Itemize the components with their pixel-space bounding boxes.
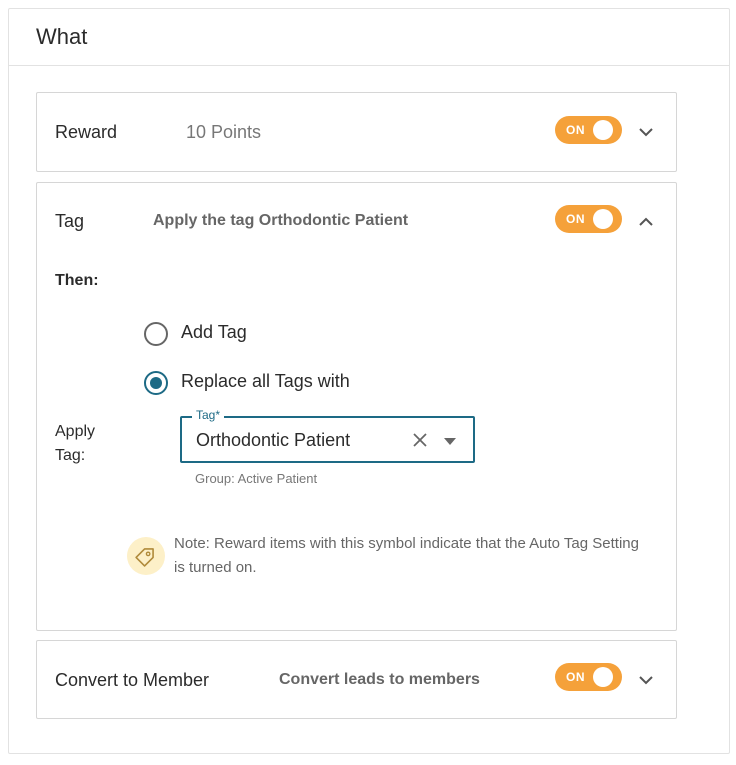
clear-icon[interactable]	[412, 432, 428, 448]
reward-toggle[interactable]: ON	[555, 116, 622, 144]
auto-tag-note: Note: Reward items with this symbol indi…	[174, 535, 639, 576]
tag-field-label: Tag*	[192, 408, 225, 422]
convert-toggle[interactable]: ON	[555, 663, 622, 691]
tag-summary: Apply the tag Orthodontic Patient	[153, 212, 409, 229]
tag-icon-glyph	[135, 548, 154, 567]
tag-toggle-label: ON	[566, 212, 585, 226]
tag-group-text: Group: Active Patient	[195, 471, 318, 486]
reward-title: Reward	[55, 122, 118, 142]
chevron-down-icon[interactable]	[637, 671, 655, 689]
reward-summary: 10 Points	[186, 122, 262, 142]
tag-icon	[127, 537, 165, 575]
tag-title: Tag	[55, 211, 85, 231]
reward-toggle-label: ON	[566, 123, 585, 137]
toggle-knob	[593, 209, 613, 229]
then-label: Then:	[55, 272, 99, 289]
card-title: What	[36, 24, 88, 49]
tag-select[interactable]: Tag* Orthodontic Patient	[180, 408, 475, 463]
chevron-down-icon[interactable]	[637, 123, 655, 141]
replace-tags-radio[interactable]	[144, 371, 168, 395]
tag-toggle[interactable]: ON	[555, 205, 622, 233]
caret-down-icon[interactable]	[444, 438, 456, 445]
toggle-knob	[593, 120, 613, 140]
add-tag-radio[interactable]	[144, 322, 168, 346]
tag-field-value: Orthodontic Patient	[196, 430, 351, 450]
what-card: What Reward 10 Points ON Tag Apply the t…	[8, 8, 730, 754]
reward-panel[interactable]: Reward 10 Points ON	[36, 92, 677, 172]
chevron-up-icon[interactable]	[637, 213, 655, 231]
convert-toggle-label: ON	[566, 670, 585, 684]
apply-tag-label: Apply Tag:	[55, 423, 96, 464]
convert-panel[interactable]: Convert to Member Convert leads to membe…	[36, 640, 677, 719]
convert-title: Convert to Member	[55, 670, 210, 690]
toggle-knob	[593, 667, 613, 687]
card-header: What	[9, 9, 729, 66]
replace-tags-label: Replace all Tags with	[181, 371, 350, 391]
tag-panel: Tag Apply the tag Orthodontic Patient ON…	[36, 182, 677, 631]
convert-summary: Convert leads to members	[279, 671, 480, 688]
add-tag-label: Add Tag	[181, 322, 247, 342]
